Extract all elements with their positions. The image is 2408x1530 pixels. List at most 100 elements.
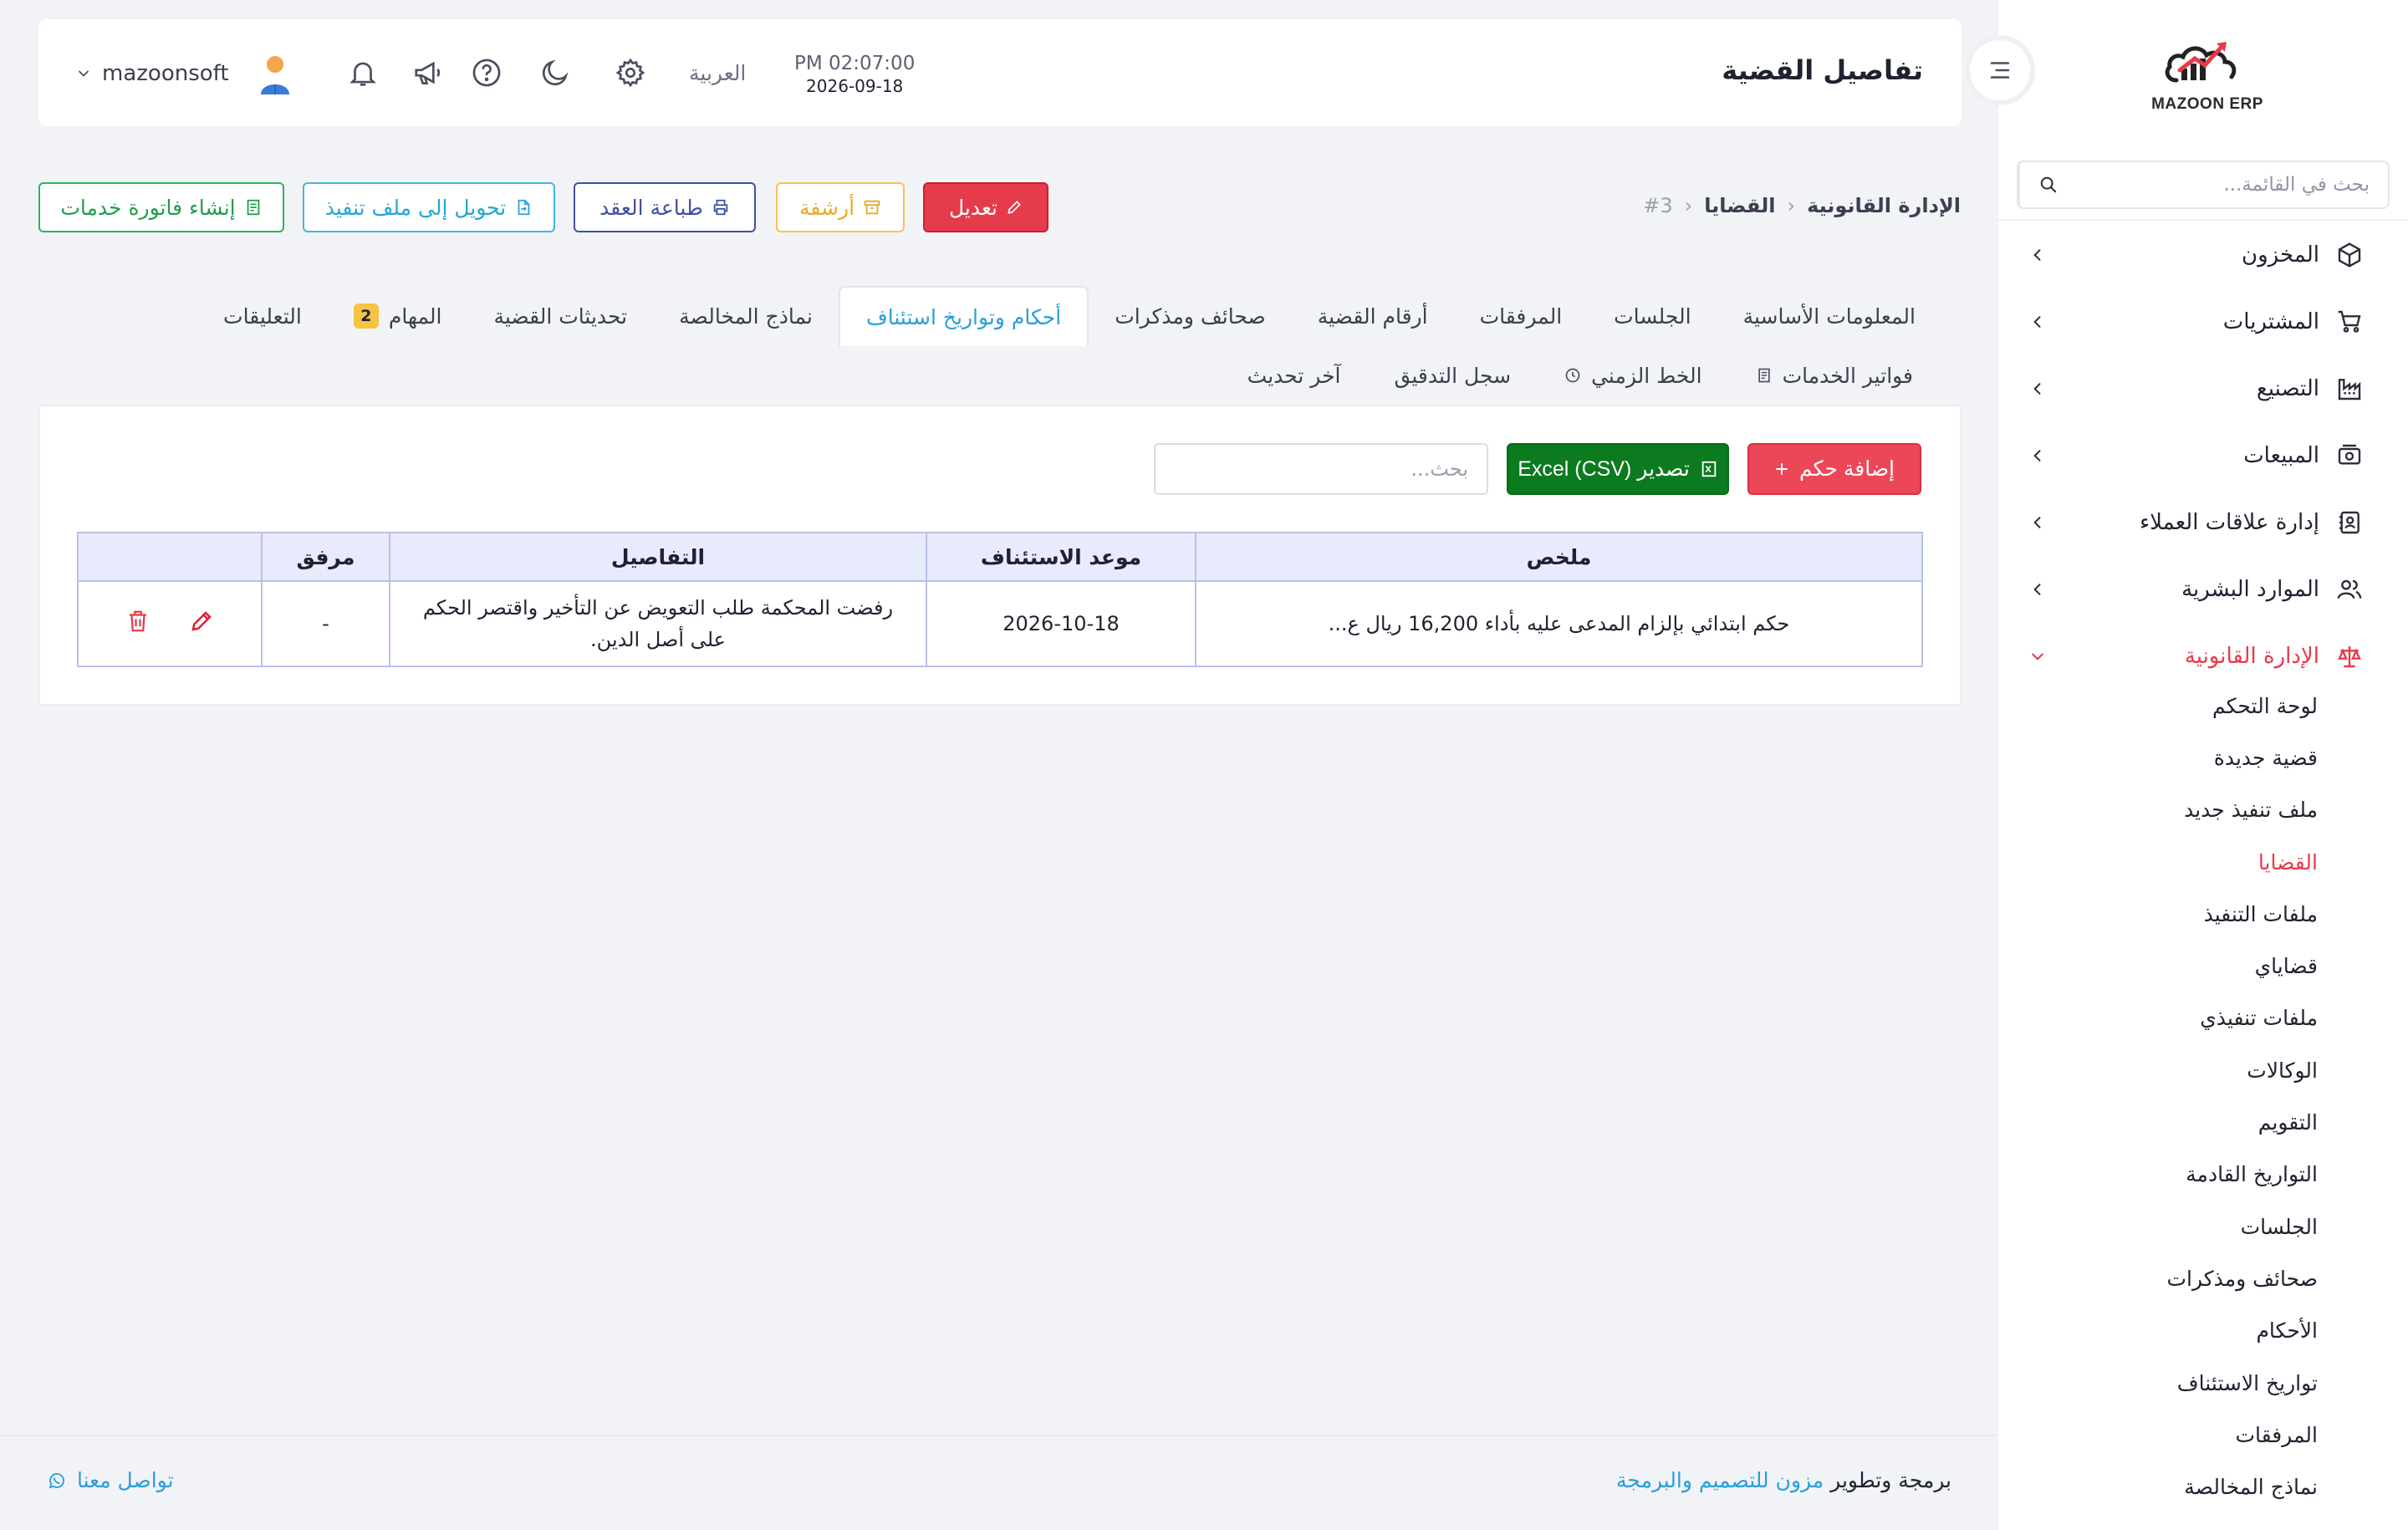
clock-time: PM 02:07:00 bbox=[794, 53, 916, 74]
submenu-item-new-execution-file[interactable]: ملف تنفيذ جديد bbox=[2000, 784, 2318, 836]
column-header-actions bbox=[77, 532, 263, 582]
breadcrumb-section[interactable]: القضايا bbox=[1704, 194, 1775, 217]
column-header-details: التفاصيل bbox=[389, 532, 927, 582]
tab-timeline[interactable]: الخط الزمني bbox=[1538, 364, 1729, 388]
tab-sessions[interactable]: الجلسات bbox=[1588, 286, 1717, 346]
convert-to-execution-button[interactable]: تحويل إلى ملف تنفيذ bbox=[303, 182, 555, 232]
language-switcher[interactable]: العربية bbox=[689, 61, 746, 85]
chevron-left-icon bbox=[2025, 577, 2050, 602]
sidebar-item-crm[interactable]: إدارة علاقات العملاء bbox=[2017, 489, 2365, 556]
submenu-item-my-cases[interactable]: قضاياي bbox=[2000, 940, 2318, 992]
whatsapp-icon bbox=[48, 1472, 64, 1488]
table-search-input[interactable] bbox=[1154, 443, 1488, 495]
tab-pleadings[interactable]: صحائف ومذكرات bbox=[1089, 286, 1292, 346]
sidebar-item-purchases[interactable]: المشتريات bbox=[2017, 288, 2365, 355]
tab-last-update[interactable]: آخر تحديث bbox=[1221, 364, 1368, 388]
cell-attachment: - bbox=[261, 580, 390, 667]
print-contract-button[interactable]: طباعة العقد bbox=[574, 182, 756, 232]
archive-button[interactable]: أرشفة bbox=[776, 182, 905, 232]
tab-comments[interactable]: التعليقات bbox=[197, 286, 328, 346]
sidebar-search bbox=[2017, 161, 2390, 209]
submenu-item-settlement-forms[interactable]: نماذج المخالصة bbox=[2000, 1461, 2318, 1512]
tab-case-numbers[interactable]: أرقام القضية bbox=[1292, 286, 1454, 346]
create-service-invoice-button[interactable]: إنشاء فاتورة خدمات bbox=[38, 182, 284, 232]
clock-date: 2026-09-18 bbox=[806, 76, 904, 96]
cell-details: رفضت المحكمة طلب التعويض عن التأخير واقت… bbox=[389, 580, 927, 667]
announcement-icon[interactable] bbox=[410, 54, 446, 91]
users-icon bbox=[2334, 574, 2365, 604]
sidebar-item-hr[interactable]: الموارد البشرية bbox=[2017, 556, 2365, 623]
help-icon[interactable] bbox=[468, 54, 505, 91]
tab-settlement-forms[interactable]: نماذج المخالصة bbox=[653, 286, 839, 346]
add-judgment-button[interactable]: إضافة حكم bbox=[1747, 443, 1921, 495]
logo[interactable]: MAZOON ERP bbox=[2149, 33, 2266, 117]
submenu-item-attachments[interactable]: المرفقات bbox=[2000, 1409, 2318, 1461]
tab-judgments-appeals[interactable]: أحكام وتواريخ استئناف bbox=[838, 286, 1089, 346]
tab-audit-log[interactable]: سجل التدقيق bbox=[1368, 364, 1538, 388]
username: mazoonsoft bbox=[102, 61, 229, 86]
dark-mode-icon[interactable] bbox=[537, 54, 574, 91]
tab-service-invoices[interactable]: فواتير الخدمات bbox=[1729, 364, 1940, 388]
print-contract-button-label: طباعة العقد bbox=[599, 195, 703, 220]
sidebar-item-sales[interactable]: المبيعات bbox=[2017, 422, 2365, 489]
user-menu[interactable]: mazoonsoft bbox=[75, 53, 296, 94]
sidebar-item-label: المخزون bbox=[2242, 242, 2319, 268]
create-service-invoice-button-label: إنشاء فاتورة خدمات bbox=[60, 195, 236, 220]
footer-credit-link[interactable]: مزون للتصميم والبرمجة bbox=[1616, 1468, 1824, 1492]
table-row: حكم ابتدائي بإلزام المدعى عليه بأداء 16,… bbox=[77, 580, 1923, 667]
convert-to-execution-button-label: تحويل إلى ملف تنفيذ bbox=[324, 195, 507, 220]
sidebar-toggle-button[interactable] bbox=[1965, 35, 2035, 105]
submenu-item-power-of-attorney[interactable]: الوكالات bbox=[2000, 1044, 2318, 1096]
sidebar-item-label: الإدارة القانونية bbox=[2184, 644, 2319, 669]
export-csv-button[interactable]: Excel (CSV) تصدير bbox=[1507, 443, 1729, 495]
delete-icon[interactable] bbox=[121, 604, 155, 638]
cell-summary: حكم ابتدائي بإلزام المدعى عليه بأداء 16,… bbox=[1195, 580, 1923, 667]
cash-icon bbox=[2334, 441, 2365, 471]
breadcrumb-separator-icon: ‹ bbox=[1787, 194, 1796, 217]
tab-tasks-label: المهام bbox=[388, 303, 442, 329]
invoice-icon bbox=[1758, 368, 1770, 383]
sidebar-search-input[interactable] bbox=[2077, 174, 2388, 196]
search-icon[interactable] bbox=[2018, 162, 2077, 207]
submenu-item-cases[interactable]: القضايا bbox=[2000, 836, 2318, 888]
sidebar-item-inventory[interactable]: المخزون bbox=[2017, 222, 2365, 288]
submenu-item-dashboard[interactable]: لوحة التحكم bbox=[2000, 680, 2318, 732]
footer-credit: برمجة وتطوير مزون للتصميم والبرمجة bbox=[1616, 1468, 1951, 1492]
chevron-down-icon bbox=[75, 65, 92, 82]
tab-timeline-label: الخط الزمني bbox=[1591, 363, 1702, 388]
tab-tasks[interactable]: المهام 2 bbox=[328, 286, 468, 346]
edit-button[interactable]: تعديل bbox=[923, 182, 1048, 232]
chevron-left-icon bbox=[2025, 510, 2050, 535]
breadcrumb-separator-icon: ‹ bbox=[1684, 194, 1693, 217]
sidebar-item-label: المبيعات bbox=[2243, 443, 2319, 468]
submenu-item-execution-files[interactable]: ملفات التنفيذ bbox=[2000, 888, 2318, 940]
sidebar-divider bbox=[1998, 219, 2408, 221]
factory-icon bbox=[2334, 374, 2365, 404]
edit-icon[interactable] bbox=[185, 604, 218, 638]
breadcrumb-root[interactable]: الإدارة القانونية bbox=[1807, 194, 1961, 217]
tab-attachments[interactable]: المرفقات bbox=[1454, 286, 1589, 346]
submenu-item-sessions[interactable]: الجلسات bbox=[2000, 1201, 2318, 1252]
settings-icon[interactable] bbox=[612, 54, 649, 91]
menu-icon bbox=[1990, 62, 2010, 79]
cart-icon bbox=[2334, 307, 2365, 337]
submenu-item-calendar[interactable]: التقويم bbox=[2000, 1096, 2318, 1148]
contact-us-link[interactable]: تواصل معنا bbox=[47, 1468, 174, 1492]
printer-icon bbox=[713, 199, 728, 216]
submenu-item-appeal-dates[interactable]: تواريخ الاستئناف bbox=[2000, 1357, 2318, 1409]
bell-icon[interactable] bbox=[344, 54, 381, 91]
sidebar-item-manufacturing[interactable]: التصنيع bbox=[2017, 355, 2365, 422]
submenu-item-pleadings[interactable]: صحائف ومذكرات bbox=[2000, 1252, 2318, 1304]
submenu-item-judgments[interactable]: الأحكام bbox=[2000, 1305, 2318, 1357]
cell-appeal-date: 2026-10-18 bbox=[926, 580, 1196, 667]
submenu-item-upcoming-dates[interactable]: التواريخ القادمة bbox=[2000, 1149, 2318, 1201]
submenu-item-new-case[interactable]: قضية جديدة bbox=[2000, 732, 2318, 783]
tab-basic-info[interactable]: المعلومات الأساسية bbox=[1717, 286, 1941, 346]
footer-credit-prefix: برمجة وتطوير bbox=[1830, 1468, 1951, 1492]
tab-case-updates[interactable]: تحديثات القضية bbox=[467, 286, 653, 346]
contact-us-label: تواصل معنا bbox=[77, 1468, 174, 1492]
clock-icon bbox=[1565, 368, 1580, 383]
column-header-summary: ملخص bbox=[1195, 532, 1923, 582]
submenu-item-my-execution-files[interactable]: ملفات تنفيذي bbox=[2000, 992, 2318, 1044]
top-header: تفاصيل القضية PM 02:07:00 2026-09-18 الع… bbox=[38, 19, 1962, 126]
